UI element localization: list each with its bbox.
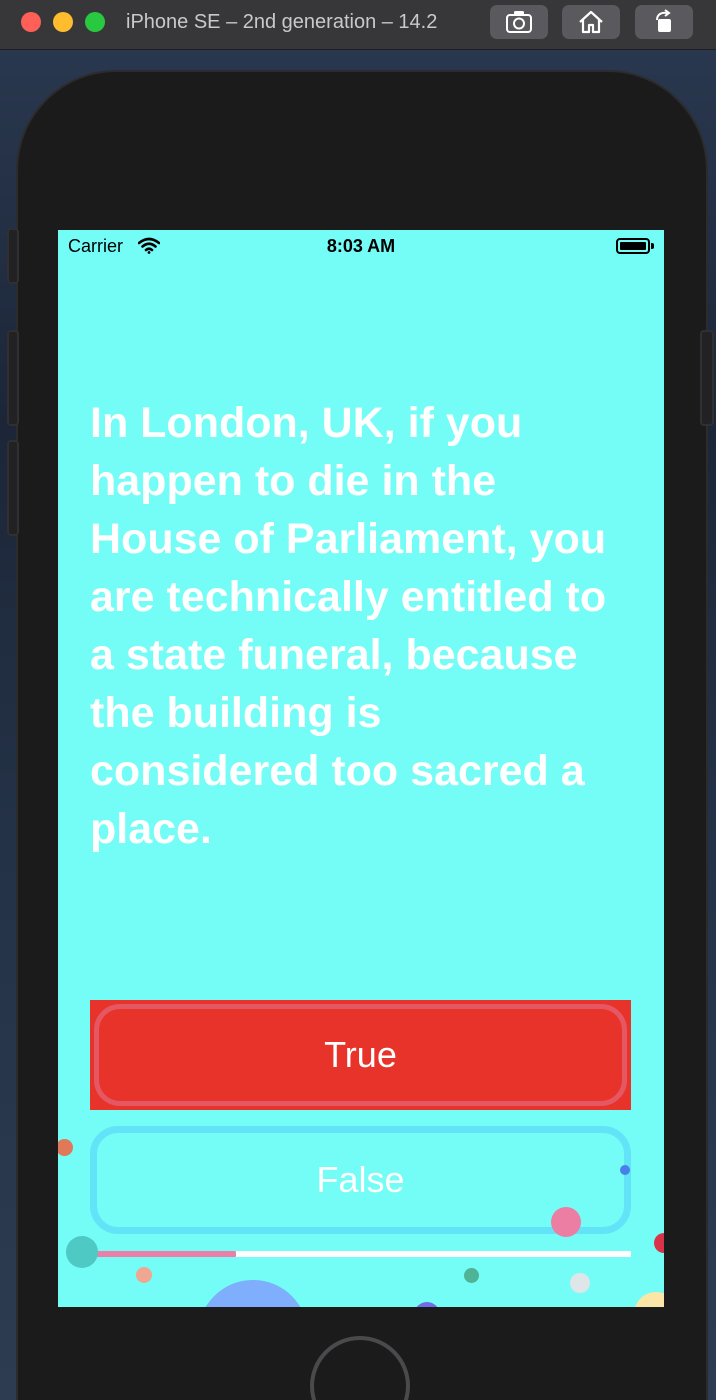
decorative-bubble	[654, 1233, 664, 1253]
house-icon	[579, 10, 603, 34]
true-button-label: True	[324, 1034, 397, 1075]
battery-tip	[651, 243, 654, 249]
decorative-bubble	[198, 1280, 308, 1307]
decorative-bubble	[634, 1292, 664, 1307]
window-title: iPhone SE – 2nd generation – 14.2	[126, 11, 438, 33]
decorative-bubble	[620, 1165, 630, 1175]
app-screen: Carrier 8:03 AM In London, UK, if you ha…	[58, 230, 664, 1307]
rotate-button[interactable]	[635, 5, 693, 39]
decorative-bubble	[570, 1273, 590, 1293]
progress-fill	[90, 1251, 237, 1257]
decorative-bubble	[551, 1207, 581, 1237]
battery-icon	[616, 238, 650, 254]
volume-up-button	[7, 330, 19, 426]
power-button	[700, 330, 714, 426]
decorative-bubble	[58, 1139, 73, 1156]
camera-icon	[506, 11, 532, 33]
decorative-bubble	[136, 1267, 152, 1283]
rotate-icon	[656, 9, 671, 32]
status-time: 8:03 AM	[326, 236, 396, 256]
zoom-window-button[interactable]	[85, 12, 105, 32]
false-button-label: False	[316, 1159, 405, 1200]
home-toolbar-button[interactable]	[562, 5, 620, 39]
screenshot-button[interactable]	[490, 5, 548, 39]
decorative-bubble	[464, 1268, 479, 1283]
decorative-bubble	[414, 1302, 440, 1307]
simulator-titlebar: iPhone SE – 2nd generation – 14.2	[0, 0, 716, 50]
progress-bar	[90, 1251, 631, 1257]
minimize-window-button[interactable]	[53, 12, 73, 32]
close-window-button[interactable]	[21, 12, 41, 32]
false-button[interactable]: False	[90, 1126, 631, 1234]
decorative-bubble	[66, 1236, 98, 1268]
true-button[interactable]: True	[90, 1000, 631, 1110]
question-text: In London, UK, if you happen to die in t…	[90, 399, 607, 853]
status-bar: Carrier 8:03 AM	[58, 230, 664, 264]
mute-switch	[7, 228, 19, 284]
volume-down-button	[7, 440, 19, 536]
